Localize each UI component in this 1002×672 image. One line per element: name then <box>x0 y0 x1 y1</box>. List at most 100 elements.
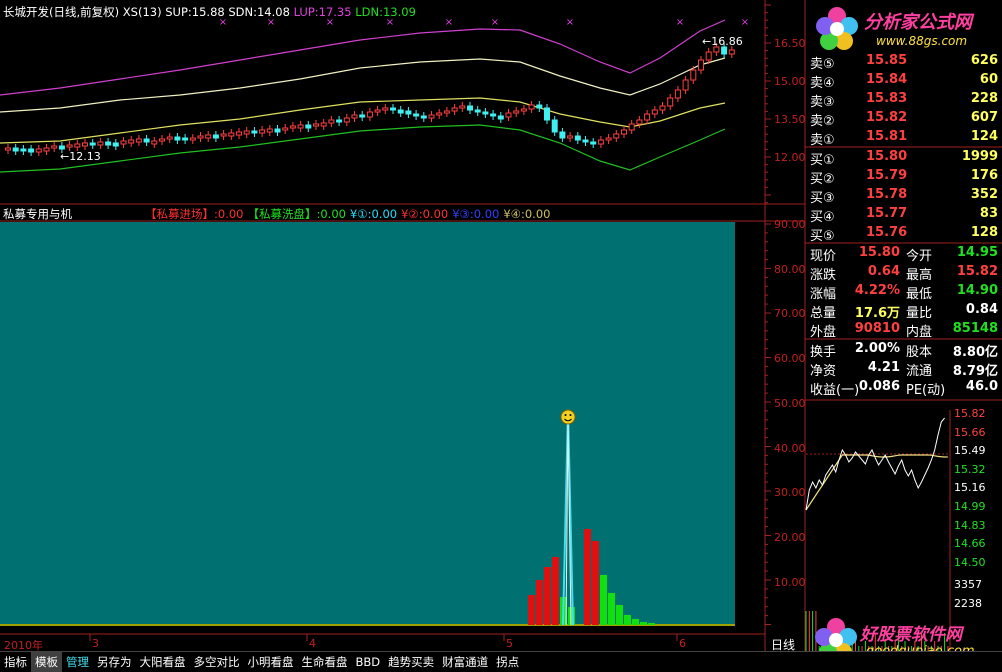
svg-text:×: × <box>741 17 749 28</box>
order-label: 卖③ <box>810 95 835 110</box>
candlesticks <box>5 43 735 156</box>
mini-tick: 15.16 <box>954 481 986 495</box>
candle <box>174 136 181 141</box>
candle <box>313 123 319 127</box>
sub-y-tick: 80.00 <box>774 262 806 276</box>
order-label: 卖④ <box>810 76 835 91</box>
candle <box>674 89 681 99</box>
tab-5[interactable]: 多空对比 <box>190 652 244 672</box>
candle <box>374 109 381 113</box>
legend-item: ¥④:0.00 <box>503 207 550 221</box>
tab-11[interactable]: 拐点 <box>492 652 523 672</box>
svg-text:×: × <box>566 17 574 28</box>
stat-label: PE(动) <box>906 383 946 398</box>
mini-tick: 14.66 <box>954 537 986 551</box>
candle <box>621 129 627 135</box>
tab-3[interactable]: 另存为 <box>93 652 136 672</box>
svg-text:×: × <box>445 17 453 28</box>
period-label: (日线,前复权) <box>49 5 120 19</box>
candle <box>428 114 435 119</box>
candle <box>228 132 235 137</box>
candle <box>667 97 674 107</box>
tab-4[interactable]: 大阳看盘 <box>136 652 190 672</box>
order-row: 卖⑤ 15.85 626 <box>808 52 1000 72</box>
candle <box>397 109 404 114</box>
tab-10[interactable]: 财富通道 <box>438 652 492 672</box>
candle <box>351 114 358 119</box>
candle <box>20 148 27 152</box>
order-volume: 1999 <box>961 149 998 164</box>
candle <box>721 46 728 55</box>
price-tick: 16.50 <box>774 37 806 50</box>
green-bar <box>568 607 575 625</box>
candle <box>728 49 735 55</box>
tab-7[interactable]: 生命看盘 <box>298 652 352 672</box>
candle <box>120 140 127 145</box>
stat-label: 内盘 <box>906 325 933 340</box>
stat-row: 现价 15.80 今开 14.95 <box>808 244 1000 264</box>
legend-item: ¥②:0.00 <box>401 207 448 221</box>
stat-label: 股本 <box>906 345 933 360</box>
tab-1[interactable]: 模板 <box>31 652 62 672</box>
order-row: 买④ 15.77 83 <box>808 205 1000 225</box>
stat-value: 4.22% <box>854 283 900 298</box>
tab-8[interactable]: BBD <box>352 653 385 671</box>
candle <box>58 145 65 150</box>
order-volume: 60 <box>979 72 998 87</box>
candle <box>89 142 96 146</box>
candle <box>628 123 635 131</box>
price-tick: 12.00 <box>774 151 806 164</box>
stat-label: 净资 <box>810 364 837 379</box>
tab-0[interactable]: 指标 <box>0 652 31 672</box>
order-row: 卖② 15.82 607 <box>808 109 1000 129</box>
sub-y-tick: 30.00 <box>774 486 806 500</box>
low-marker: ←12.13 <box>60 150 101 163</box>
tab-2[interactable]: 管理 <box>62 652 93 672</box>
order-volume: 128 <box>970 225 998 240</box>
order-price: 15.79 <box>866 168 908 183</box>
price-tick: 13.50 <box>774 113 806 126</box>
legend-label: ¥① <box>349 207 368 221</box>
candle <box>528 104 535 110</box>
stat-value: 46.0 <box>965 379 998 394</box>
mini-tick: 15.82 <box>954 407 986 420</box>
order-volume: 83 <box>979 206 998 221</box>
order-price: 15.76 <box>866 225 908 240</box>
logo-bottom-text: 好股票软件网 <box>860 625 962 645</box>
candle <box>551 119 558 133</box>
order-volume: 124 <box>970 129 998 144</box>
candle <box>197 135 204 139</box>
candle <box>112 142 119 147</box>
sup-line <box>0 57 726 113</box>
tab-9[interactable]: 趋势买卖 <box>384 652 438 672</box>
high-marker-value: 16.86 <box>711 35 743 48</box>
candle <box>282 127 289 131</box>
legend-value: :0.00 <box>316 207 346 221</box>
candle <box>43 147 50 152</box>
order-price: 15.78 <box>866 187 908 202</box>
order-price: 15.82 <box>866 110 908 125</box>
stat-row: 外盘 90810 内盘 85148 <box>808 320 1000 340</box>
stat-label: 现价 <box>810 249 837 264</box>
candle <box>366 111 373 118</box>
candle <box>582 139 589 143</box>
candle <box>51 145 58 149</box>
candle <box>74 143 81 148</box>
order-label: 买④ <box>810 210 835 225</box>
order-row: 买③ 15.78 352 <box>808 186 1000 206</box>
stat-row: 涨幅 4.22% 最低 14.90 <box>808 282 1000 302</box>
candle <box>536 104 543 109</box>
order-row: 卖① 15.81 124 <box>808 128 1000 148</box>
candle <box>259 129 266 134</box>
stat-row: 涨跌 0.64 最高 15.82 <box>808 263 1000 283</box>
mini-vol-tick: 3357 <box>954 578 982 591</box>
candle <box>189 137 196 141</box>
candle <box>97 141 104 146</box>
green-bar <box>624 615 631 625</box>
mini-tick: 15.49 <box>954 444 986 458</box>
stat-value: 8.80亿 <box>952 345 998 360</box>
tab-6[interactable]: 小明看盘 <box>244 652 298 672</box>
candle <box>497 115 504 120</box>
candle <box>405 110 412 115</box>
sub-chart-legend: 【私募进场】:0.00 【私募洗盘】:0.00 ¥①:0.00 ¥②:0.00 ¥③:0… <box>145 206 554 222</box>
